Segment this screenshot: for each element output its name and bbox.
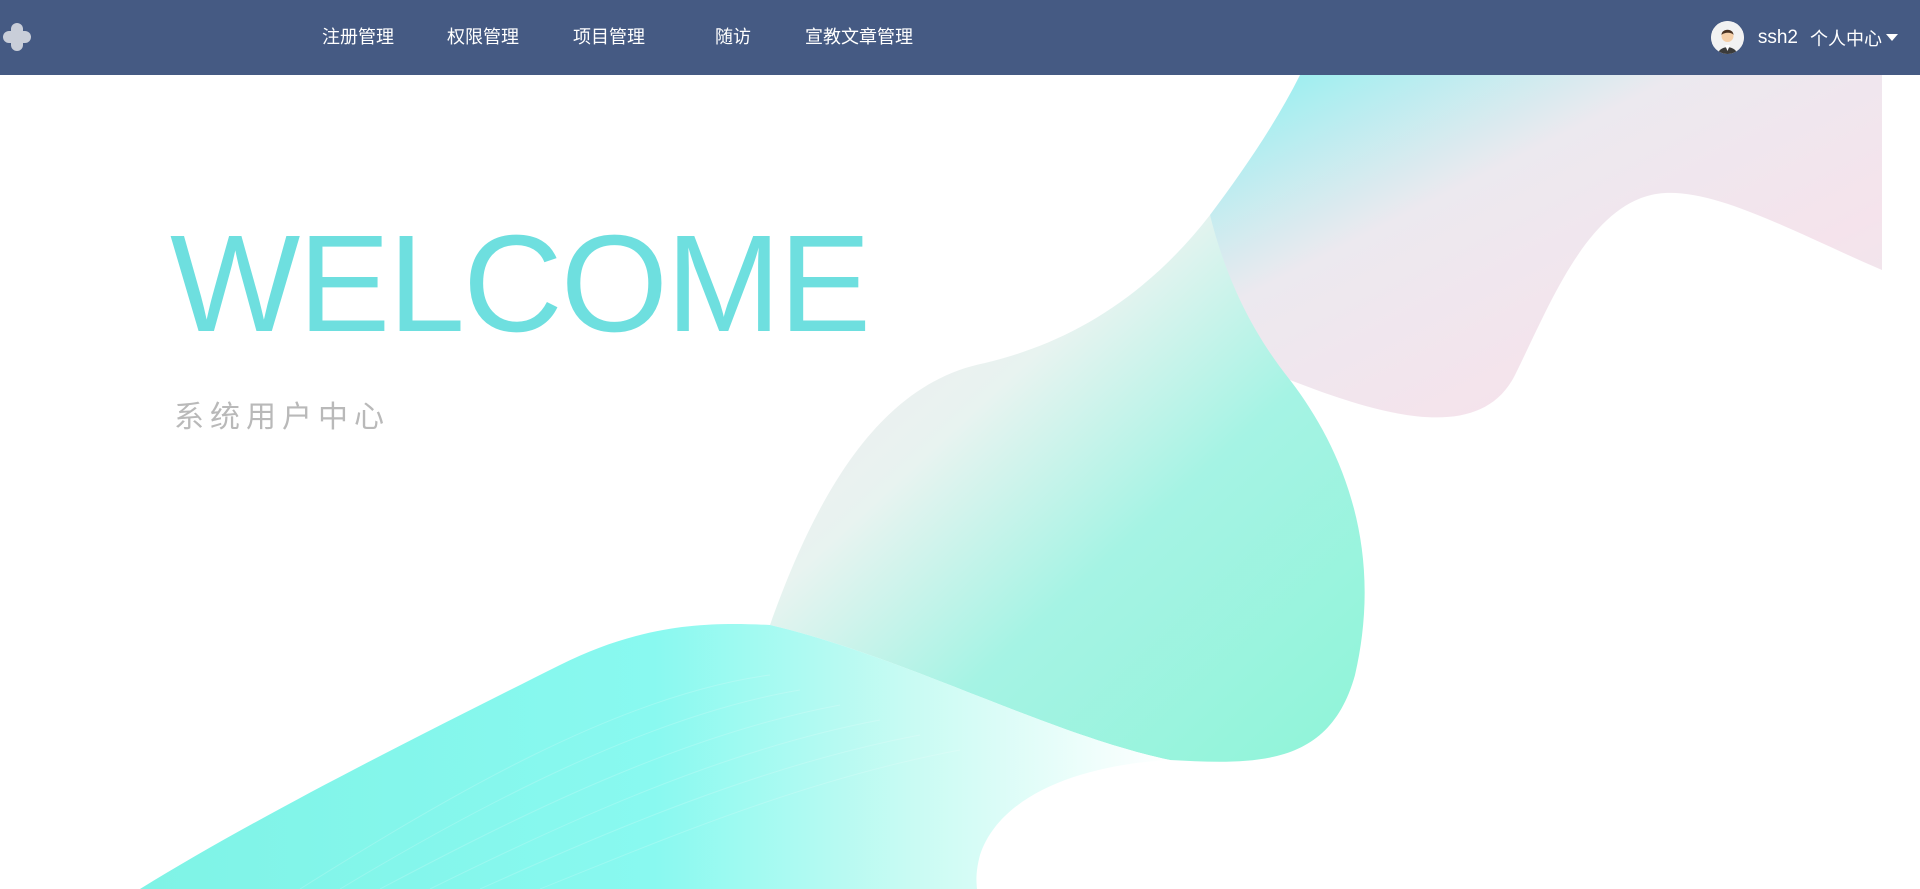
welcome-subtitle: 系统用户中心	[174, 400, 390, 435]
welcome-title: WELCOME	[170, 207, 871, 361]
nav-item-registration[interactable]: 注册管理	[322, 0, 394, 75]
decorative-wave-graphic	[140, 75, 1882, 889]
welcome-hero: WELCOME 系统用户中心	[0, 75, 1920, 889]
nav-item-followup[interactable]: 随访	[715, 0, 751, 75]
avatar-icon[interactable]	[1710, 21, 1744, 54]
personal-center-label: 个人中心	[1810, 28, 1882, 49]
personal-center-dropdown[interactable]: 个人中心	[1810, 25, 1898, 51]
main-nav: 注册管理 权限管理 项目管理 随访 宣教文章管理	[0, 0, 1000, 75]
nav-item-permissions[interactable]: 权限管理	[447, 0, 519, 75]
user-area: ssh2 个人中心	[1710, 0, 1898, 75]
top-navigation-bar: 注册管理 权限管理 项目管理 随访 宣教文章管理 ssh2 个人中心	[0, 0, 1920, 75]
nav-item-projects[interactable]: 项目管理	[573, 0, 645, 75]
user-name: ssh2	[1757, 26, 1798, 48]
caret-down-icon	[1886, 34, 1898, 41]
nav-item-education-articles[interactable]: 宣教文章管理	[805, 0, 913, 75]
